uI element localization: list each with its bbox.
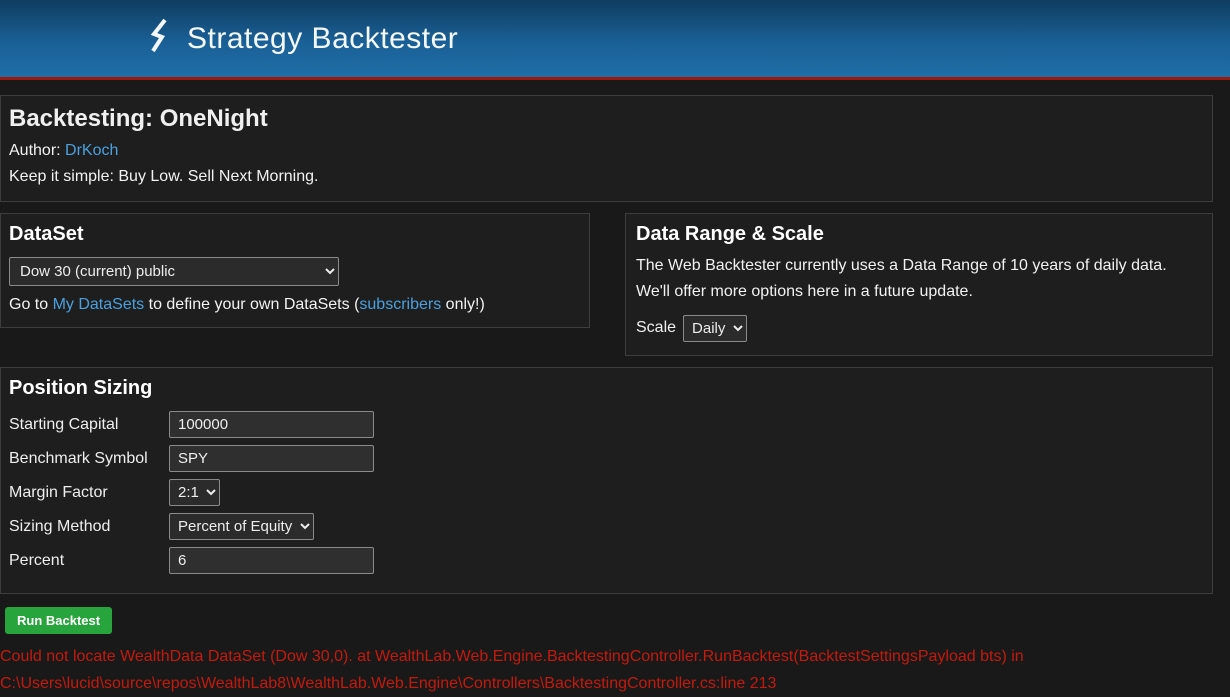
benchmark-symbol-input[interactable] — [169, 445, 374, 472]
dataset-help-text: Go to My DataSets to define your own Dat… — [9, 296, 579, 314]
margin-factor-select[interactable]: 2:1 — [169, 479, 220, 506]
starting-capital-input[interactable] — [169, 411, 374, 438]
strategy-description: Keep it simple: Buy Low. Sell Next Morni… — [9, 168, 1202, 186]
app-title: Strategy Backtester — [187, 22, 458, 56]
data-range-panel: Data Range & Scale The Web Backtester cu… — [625, 213, 1213, 356]
field-label: Benchmark Symbol — [9, 450, 169, 468]
field-label: Starting Capital — [9, 416, 169, 434]
field-label: Sizing Method — [9, 518, 169, 536]
margin-factor-row: Margin Factor 2:1 — [9, 478, 1202, 508]
data-range-title: Data Range & Scale — [636, 223, 1202, 246]
main-content: Backtesting: OneNight Author: DrKoch Kee… — [0, 80, 1230, 697]
author-link[interactable]: DrKoch — [65, 142, 118, 159]
author-row: Author: DrKoch — [9, 142, 1202, 160]
field-label: Margin Factor — [9, 484, 169, 502]
field-label: Percent — [9, 552, 169, 570]
starting-capital-row: Starting Capital — [9, 410, 1202, 440]
app-header: Strategy Backtester — [0, 0, 1230, 80]
run-backtest-button[interactable]: Run Backtest — [5, 607, 112, 634]
benchmark-symbol-row: Benchmark Symbol — [9, 444, 1202, 474]
sizing-method-row: Sizing Method Percent of Equity — [9, 512, 1202, 542]
dataset-panel: DataSet Dow 30 (current) public Go to My… — [0, 213, 590, 328]
scale-label: Scale — [636, 319, 676, 337]
subscribers-link[interactable]: subscribers — [359, 296, 441, 313]
my-datasets-link[interactable]: My DataSets — [53, 296, 145, 313]
lightning-icon — [145, 18, 173, 60]
data-range-description: The Web Backtester currently uses a Data… — [636, 253, 1202, 306]
percent-row: Percent — [9, 546, 1202, 576]
scale-select[interactable]: Daily — [683, 315, 747, 342]
dataset-title: DataSet — [9, 223, 579, 246]
dataset-select[interactable]: Dow 30 (current) public — [9, 257, 339, 286]
position-sizing-panel: Position Sizing Starting Capital Benchma… — [0, 367, 1213, 594]
dataset-range-row: DataSet Dow 30 (current) public Go to My… — [0, 213, 1213, 356]
percent-input[interactable] — [169, 547, 374, 574]
strategy-title: Backtesting: OneNight — [9, 105, 1202, 133]
position-sizing-title: Position Sizing — [9, 377, 1202, 400]
error-message: Could not locate WealthData DataSet (Dow… — [0, 643, 1213, 697]
strategy-panel: Backtesting: OneNight Author: DrKoch Kee… — [0, 95, 1213, 202]
scale-row: Scale Daily — [636, 315, 1202, 342]
sizing-method-select[interactable]: Percent of Equity — [169, 513, 314, 540]
author-label: Author: — [9, 142, 61, 159]
